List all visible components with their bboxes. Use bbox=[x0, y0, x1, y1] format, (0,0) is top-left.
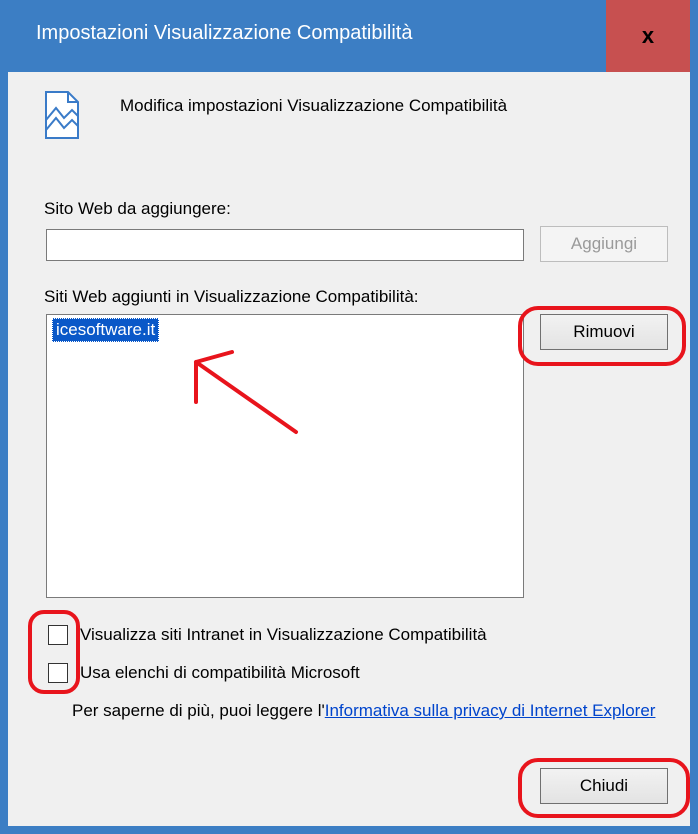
compatibility-view-dialog: Impostazioni Visualizzazione Compatibili… bbox=[0, 0, 698, 834]
intranet-checkbox[interactable] bbox=[48, 625, 68, 645]
list-item[interactable]: icesoftware.it bbox=[52, 318, 160, 342]
privacy-info-text: Per saperne di più, puoi leggere l' bbox=[72, 701, 325, 720]
sites-list-label: Siti Web aggiunti in Visualizzazione Com… bbox=[44, 287, 419, 306]
header-text: Modifica impostazioni Visualizzazione Co… bbox=[120, 96, 508, 115]
privacy-info: Per saperne di più, puoi leggere l'Infor… bbox=[72, 700, 672, 722]
close-button[interactable]: Chiudi bbox=[540, 768, 668, 804]
close-window-button[interactable]: x bbox=[606, 0, 690, 72]
add-site-label: Sito Web da aggiungere: bbox=[44, 199, 231, 218]
add-button[interactable]: Aggiungi bbox=[540, 226, 668, 262]
title-bar[interactable]: Impostazioni Visualizzazione Compatibili… bbox=[8, 0, 690, 72]
add-site-input[interactable] bbox=[46, 229, 524, 261]
window-title: Impostazioni Visualizzazione Compatibili… bbox=[36, 22, 413, 44]
remove-button[interactable]: Rimuovi bbox=[540, 314, 668, 350]
close-icon: x bbox=[641, 23, 655, 48]
broken-page-icon bbox=[45, 91, 79, 139]
privacy-link[interactable]: Informativa sulla privacy di Internet Ex… bbox=[325, 701, 656, 720]
microsoft-lists-label[interactable]: Usa elenchi di compatibilità Microsoft bbox=[80, 663, 360, 683]
sites-list[interactable]: icesoftware.it bbox=[46, 314, 524, 598]
intranet-label[interactable]: Visualizza siti Intranet in Visualizzazi… bbox=[80, 625, 487, 645]
microsoft-lists-checkbox[interactable] bbox=[48, 663, 68, 683]
